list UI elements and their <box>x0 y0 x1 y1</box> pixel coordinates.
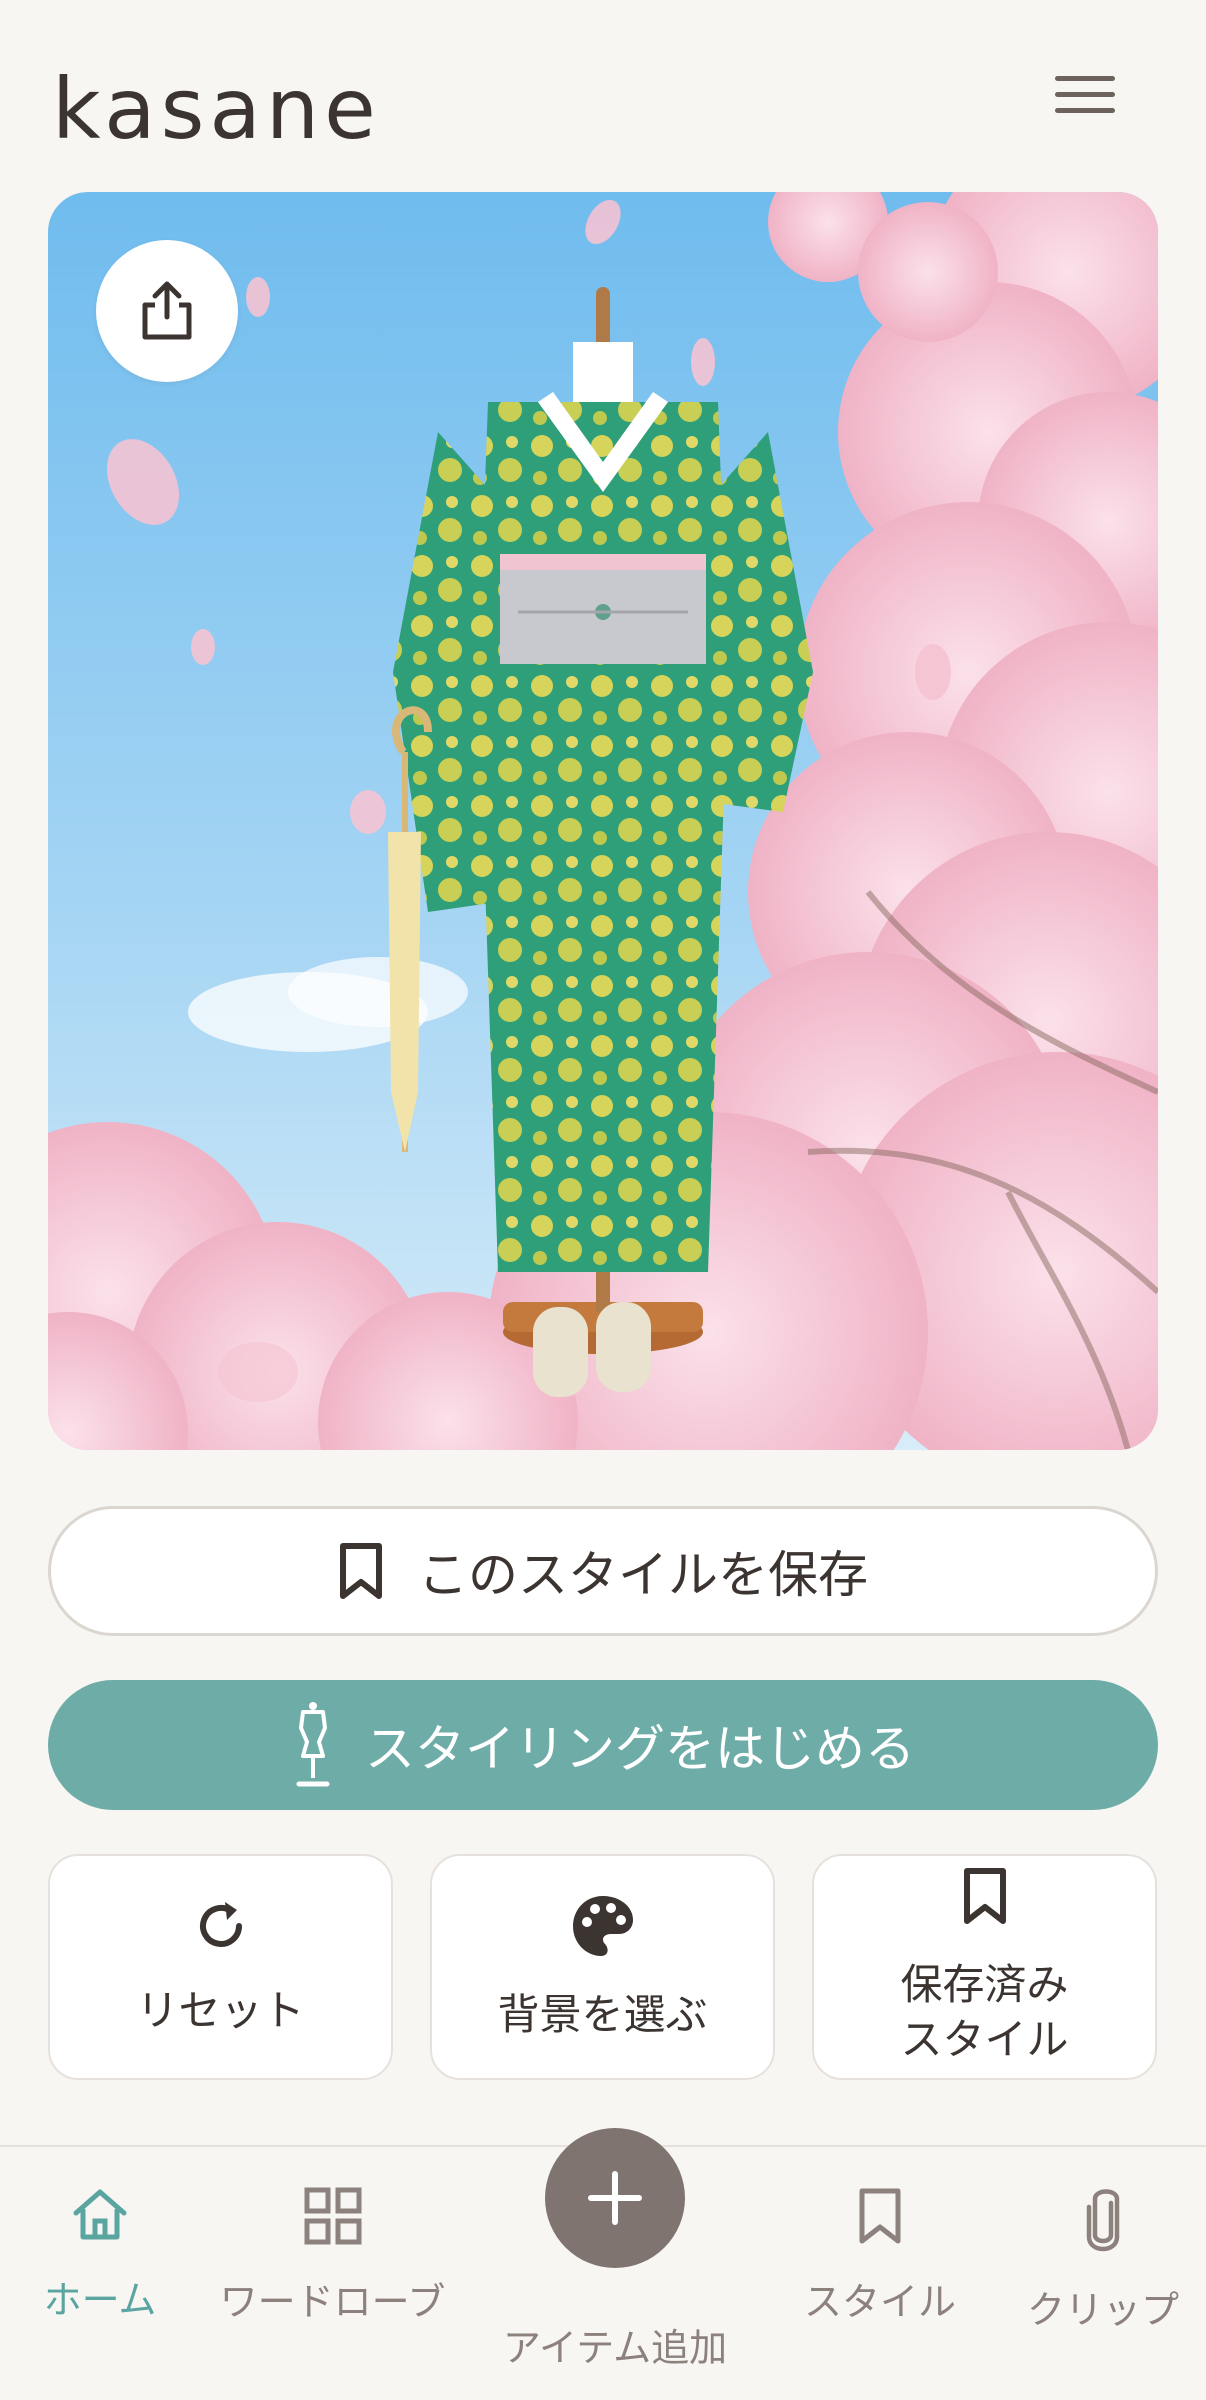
refresh-icon <box>191 1896 251 1970</box>
saved-styles-card[interactable]: 保存済み スタイル <box>812 1854 1157 2080</box>
nav-home-label: ホーム <box>43 2278 157 2322</box>
nav-style[interactable]: スタイル <box>780 2187 980 2326</box>
palette-icon <box>569 1892 637 1974</box>
nav-add-item-label: アイテム追加 <box>502 2326 728 2370</box>
bookmark-icon <box>859 2188 901 2244</box>
nav-wardrobe[interactable]: ワードローブ <box>200 2187 465 2326</box>
grid-icon <box>304 2187 361 2245</box>
home-icon <box>73 2189 127 2240</box>
save-style-label: このスタイルを保存 <box>418 1546 868 1604</box>
save-style-button[interactable]: このスタイルを保存 <box>48 1506 1158 1636</box>
start-styling-label: スタイリングをはじめる <box>365 1720 915 1778</box>
add-item-button[interactable] <box>545 2128 685 2268</box>
reset-label: リセット <box>136 1985 305 2035</box>
nav-home[interactable]: ホーム <box>20 2187 180 2324</box>
app-logo: kasane <box>52 60 381 158</box>
bookmark-icon <box>340 1543 382 1599</box>
preview-illustration <box>48 192 1158 1450</box>
plus-icon <box>588 2171 642 2225</box>
choose-background-card[interactable]: 背景を選ぶ <box>430 1854 775 2080</box>
nav-clip[interactable]: クリップ <box>1000 2187 1206 2334</box>
reset-card[interactable]: リセット <box>48 1854 393 2080</box>
nav-clip-label: クリップ <box>1026 2288 1179 2332</box>
nav-wardrobe-label: ワードローブ <box>219 2280 446 2324</box>
share-icon <box>142 281 192 340</box>
saved-styles-label-line1: 保存済み <box>900 1960 1069 2010</box>
share-button[interactable] <box>96 240 238 382</box>
nav-style-label: スタイル <box>803 2280 956 2324</box>
start-styling-button[interactable]: スタイリングをはじめる <box>48 1680 1158 1810</box>
app-header: kasane <box>0 0 1206 190</box>
choose-background-label: 背景を選ぶ <box>497 1989 708 2039</box>
paperclip-icon <box>1086 2189 1120 2252</box>
saved-styles-label-line2: スタイル <box>900 2014 1069 2064</box>
styling-preview <box>48 192 1158 1450</box>
menu-icon[interactable] <box>1055 76 1115 120</box>
bookmark-icon <box>962 1867 1008 1939</box>
mannequin-icon <box>296 1702 330 1787</box>
